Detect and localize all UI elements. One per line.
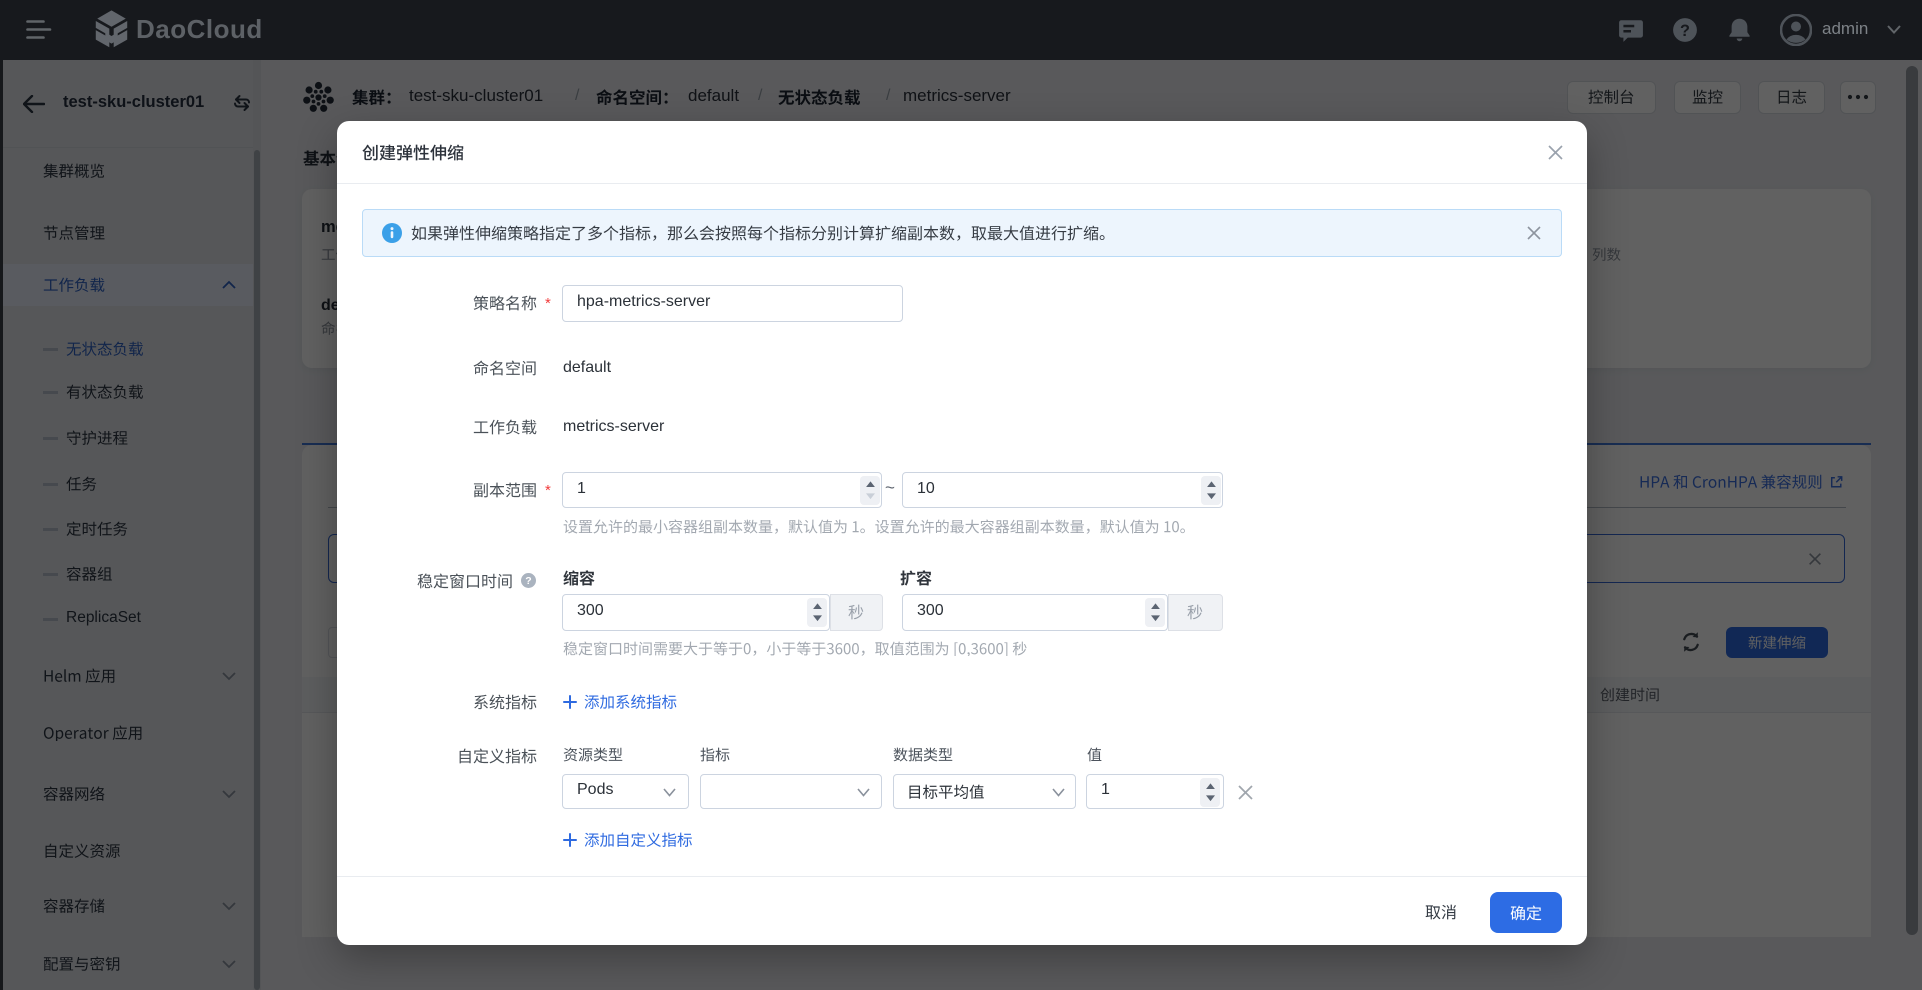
svg-text:?: ? xyxy=(525,575,531,587)
svg-text:?: ? xyxy=(1680,22,1690,40)
